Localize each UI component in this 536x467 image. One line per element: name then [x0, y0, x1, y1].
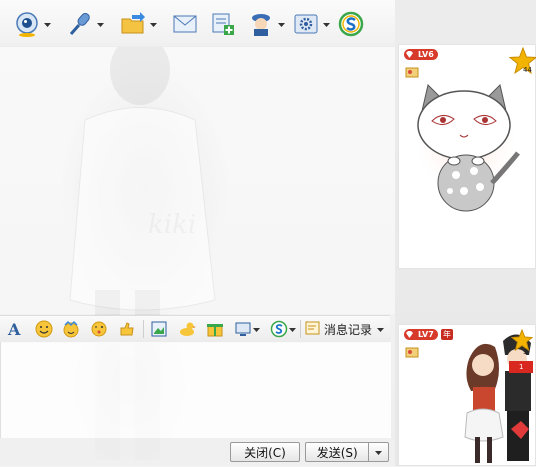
assistant-icon	[252, 14, 270, 36]
bottom-button-bar: 关闭(C) 发送(S)	[0, 438, 395, 466]
magic-face-icon	[63, 320, 79, 338]
app-settings-button[interactable]	[293, 8, 339, 40]
message-input[interactable]	[0, 342, 391, 438]
screenshot-button[interactable]	[150, 320, 168, 338]
chevron-down-icon	[375, 450, 383, 455]
smiley-icon	[35, 320, 53, 338]
chevron-down-icon[interactable]	[288, 325, 297, 334]
chevron-down-icon[interactable]	[149, 20, 158, 29]
send-file-icon	[121, 12, 145, 34]
send-file-button[interactable]	[120, 8, 166, 40]
chevron-down-icon[interactable]	[252, 325, 261, 334]
chat-toolbar	[0, 0, 395, 47]
magic-emoticon-button[interactable]	[62, 320, 80, 338]
contact-show-panel[interactable]: LV6 44	[398, 44, 536, 269]
level-text: LV6	[418, 50, 434, 59]
settings-icon	[294, 14, 318, 34]
level-badge: LV6	[404, 49, 438, 60]
chevron-down-icon[interactable]	[322, 20, 331, 29]
star-icon[interactable]	[511, 329, 533, 351]
webcam-icon	[16, 12, 38, 37]
flag-count: 1	[519, 363, 524, 371]
duck-icon	[180, 322, 196, 336]
send-options-button[interactable]	[369, 443, 388, 461]
star-count: 44	[523, 66, 532, 74]
voice-call-button[interactable]	[67, 8, 113, 40]
soso-search-button[interactable]	[338, 8, 366, 40]
assistant-button[interactable]	[248, 8, 294, 40]
screen-share-icon	[235, 322, 251, 336]
message-history-button[interactable]: 消息记录	[304, 320, 385, 338]
qq-show-icon[interactable]	[405, 65, 419, 79]
history-icon	[305, 321, 320, 335]
toolbar-divider	[300, 320, 301, 338]
nudge-button[interactable]	[118, 320, 136, 338]
avatar-cat	[414, 84, 521, 212]
close-button[interactable]: 关闭(C)	[230, 442, 300, 462]
message-history-area[interactable]	[0, 46, 395, 314]
soso-button[interactable]	[270, 320, 297, 338]
emoticon-button[interactable]	[35, 320, 53, 338]
screenshot-icon	[151, 321, 167, 337]
send-mail-button[interactable]	[172, 8, 200, 40]
badge-count: 3	[523, 348, 528, 356]
level-text: LV7	[418, 330, 434, 339]
profile-sidebar: LV6 44 LV7 年 3 1	[395, 0, 536, 466]
video-call-button[interactable]	[14, 8, 60, 40]
microphone-icon	[69, 12, 90, 35]
qq-show-button[interactable]	[178, 320, 196, 338]
soso-icon	[270, 320, 288, 338]
nudge-icon	[120, 322, 134, 336]
add-contact-button[interactable]	[210, 8, 238, 40]
my-show-panel[interactable]: LV7 年 3 1	[398, 324, 536, 466]
chevron-down-icon[interactable]	[277, 20, 286, 29]
diamond-icon	[406, 51, 413, 58]
mail-icon	[173, 15, 197, 33]
toolbar-divider	[143, 320, 144, 338]
gift-button[interactable]	[206, 320, 224, 338]
message-history-label: 消息记录	[324, 322, 373, 337]
gift-icon	[207, 324, 223, 337]
search-s-icon	[338, 11, 364, 37]
send-button[interactable]: 发送(S)	[305, 442, 389, 462]
chevron-down-icon[interactable]	[43, 20, 52, 29]
annual-vip-badge: 年	[441, 329, 453, 340]
chevron-down-icon[interactable]	[376, 325, 385, 334]
font-button[interactable]: A	[6, 320, 24, 338]
chevron-down-icon[interactable]	[96, 20, 105, 29]
input-toolbar: A 消息记录	[0, 315, 390, 343]
screen-share-button[interactable]	[234, 320, 261, 338]
svg-text:A: A	[7, 320, 21, 338]
send-button-label: 发送(S)	[316, 446, 358, 460]
diamond-icon	[406, 331, 413, 338]
font-icon: A	[7, 320, 21, 338]
level-badge: LV7	[404, 329, 438, 340]
add-contact-icon	[212, 13, 234, 35]
qq-show-icon[interactable]	[405, 345, 419, 359]
wink-button[interactable]	[90, 320, 108, 338]
wink-icon	[91, 321, 107, 337]
